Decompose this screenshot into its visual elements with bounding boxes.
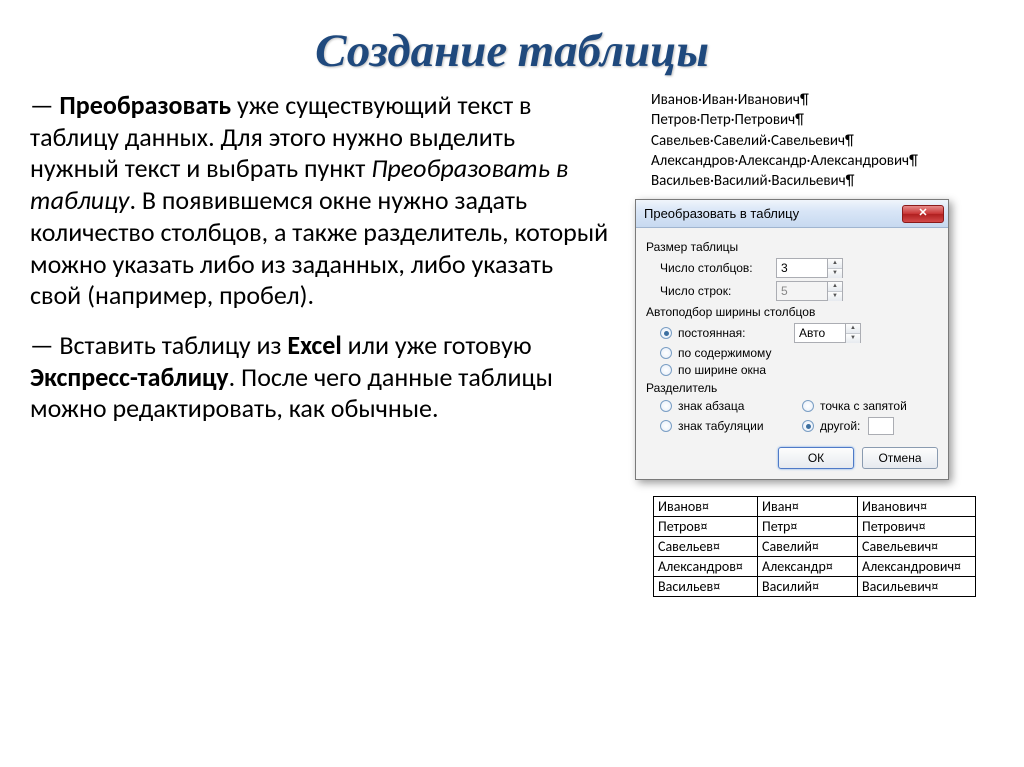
radio-fixed-label: постоянная: [678,326,788,340]
convert-to-table-dialog: Преобразовать в таблицу ✕ Размер таблицы… [635,199,949,480]
cols-label: Число столбцов: [660,261,770,275]
rows-label: Число строк: [660,284,770,298]
cols-input[interactable] [777,259,827,277]
spin-up-icon: ▲ [828,282,842,292]
list-item: Савельев·Савелий·Савельевич¶ [651,131,994,151]
paragraph-1: — Преобразовать уже существующий текст в… [30,90,609,312]
radio-sep-other-label: другой: [820,419,860,433]
rows-spinner: ▲▼ [776,281,843,301]
radio-sep-tab-label: знак табуляции [678,419,764,433]
radio-sep-para[interactable] [660,400,672,412]
radio-window[interactable] [660,364,672,376]
spin-down-icon: ▼ [828,292,842,301]
rows-input [777,282,827,300]
sep-other-input[interactable] [868,417,894,435]
radio-sep-semi[interactable] [802,400,814,412]
list-item: Васильев·Василий·Васильевич¶ [651,171,994,191]
close-icon: ✕ [918,208,927,219]
body-text: — Преобразовать уже существующий текст в… [30,90,609,597]
ok-button[interactable]: ОК [778,447,854,469]
spin-down-icon[interactable]: ▼ [846,334,860,343]
spin-up-icon[interactable]: ▲ [846,324,860,334]
dialog-titlebar: Преобразовать в таблицу ✕ [636,200,948,228]
spin-up-icon[interactable]: ▲ [828,259,842,269]
spin-down-icon[interactable]: ▼ [828,269,842,278]
cols-spinner[interactable]: ▲▼ [776,258,843,278]
group-label-separator: Разделитель [646,381,938,395]
cancel-button[interactable]: Отмена [862,447,938,469]
table-row: Петров¤Петр¤Петрович¤ [654,517,976,537]
radio-content-label: по содержимому [678,346,771,360]
list-item: Иванов·Иван·Иванович¶ [651,90,994,110]
radio-window-label: по ширине окна [678,363,766,377]
source-text-list: Иванов·Иван·Иванович¶ Петров·Петр·Петров… [651,90,994,191]
radio-content[interactable] [660,347,672,359]
radio-sep-other[interactable] [802,420,814,432]
radio-sep-semi-label: точка с запятой [820,399,907,413]
radio-sep-tab[interactable] [660,420,672,432]
table-row: Савельев¤Савелий¤Савельевич¤ [654,537,976,557]
table-row: Васильев¤Василий¤Васильевич¤ [654,577,976,597]
page-title: Создание таблицы [0,0,1024,90]
list-item: Петров·Петр·Петрович¶ [651,110,994,130]
fixed-width-input[interactable] [795,324,845,342]
table-row: Иванов¤Иван¤Иванович¤ [654,497,976,517]
list-item: Александров·Александр·Александрович¶ [651,151,994,171]
radio-sep-para-label: знак абзаца [678,399,744,413]
radio-fixed[interactable] [660,327,672,339]
close-button[interactable]: ✕ [902,205,944,223]
table-row: Александров¤Александр¤Александрович¤ [654,557,976,577]
paragraph-2: — Вставить таблицу из Excel или уже гото… [30,330,609,425]
group-label-size: Размер таблицы [646,240,938,254]
fixed-width-spinner[interactable]: ▲▼ [794,323,861,343]
group-label-width: Автоподбор ширины столбцов [646,305,938,319]
result-table: Иванов¤Иван¤Иванович¤ Петров¤Петр¤Петров… [653,496,976,597]
dialog-title: Преобразовать в таблицу [644,206,902,221]
